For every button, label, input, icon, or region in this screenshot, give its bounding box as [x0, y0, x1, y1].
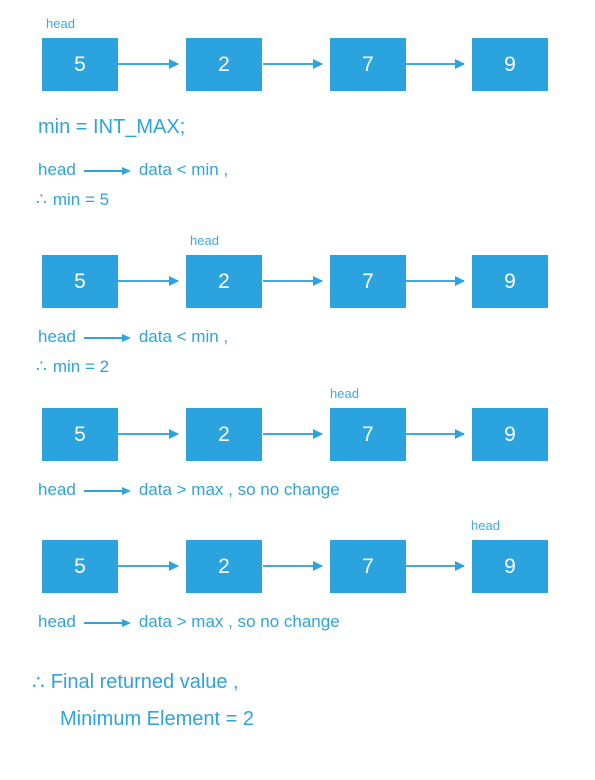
next-pointer-arrow: [118, 276, 179, 286]
list-node: 2: [186, 38, 262, 91]
min-value-text: min = 5: [52, 190, 110, 209]
step-2-result: ∴ min = 2: [36, 357, 109, 377]
condition-text: data > max , so no change: [138, 612, 340, 631]
next-pointer-arrow: [263, 429, 323, 439]
linked-list-row-4: 5 2 7 9: [0, 540, 595, 596]
step-2-condition: head data < min ,: [38, 327, 228, 347]
list-node: 7: [330, 38, 406, 91]
arrowhead-icon: [169, 561, 179, 571]
next-pointer-arrow: [406, 429, 465, 439]
list-node: 9: [472, 38, 548, 91]
list-node: 7: [330, 255, 406, 308]
linked-list-row-1: 5 2 7 9: [0, 38, 595, 94]
next-pointer-arrow: [118, 59, 179, 69]
list-node: 5: [42, 408, 118, 461]
step-1-result: ∴ min = 5: [36, 190, 109, 210]
condition-text: data < min ,: [138, 327, 229, 346]
list-node: 2: [186, 540, 262, 593]
therefore-symbol: ∴: [32, 672, 45, 694]
list-node: 7: [330, 408, 406, 461]
next-pointer-arrow: [406, 561, 465, 571]
list-node: 2: [186, 255, 262, 308]
member-access-arrow-icon: [83, 487, 131, 495]
arrowhead-icon: [313, 276, 323, 286]
arrowhead-icon: [313, 59, 323, 69]
next-pointer-arrow: [263, 59, 323, 69]
list-node: 2: [186, 408, 262, 461]
conclusion-line-1: ∴ Final returned value ,: [32, 670, 239, 695]
arrowhead-icon: [313, 561, 323, 571]
head-label-row-2: head: [190, 233, 219, 248]
member-access-arrow-icon: [83, 619, 131, 627]
next-pointer-arrow: [263, 276, 323, 286]
step-4-condition: head data > max , so no change: [38, 612, 340, 632]
member-access-arrow-icon: [83, 167, 131, 175]
condition-text: data > max , so no change: [138, 480, 340, 499]
list-node: 7: [330, 540, 406, 593]
step-3-condition: head data > max , so no change: [38, 480, 340, 500]
linked-list-row-2: 5 2 7 9: [0, 255, 595, 311]
min-value-text: min = 2: [52, 357, 110, 376]
arrowhead-icon: [455, 429, 465, 439]
conclusion-text-2: Minimum Element = 2: [60, 708, 254, 730]
next-pointer-arrow: [406, 59, 465, 69]
list-node: 9: [472, 255, 548, 308]
arrowhead-icon: [455, 561, 465, 571]
head-word: head: [38, 612, 76, 631]
list-node: 5: [42, 540, 118, 593]
head-word: head: [38, 327, 76, 346]
list-node: 9: [472, 408, 548, 461]
step-1-condition: head data < min ,: [38, 160, 228, 180]
therefore-symbol: ∴: [36, 357, 47, 376]
list-node: 9: [472, 540, 548, 593]
head-word: head: [38, 480, 76, 499]
therefore-symbol: ∴: [36, 190, 47, 209]
head-label-row-3: head: [330, 386, 359, 401]
arrowhead-icon: [313, 429, 323, 439]
min-init-label: min = INT_MAX;: [38, 116, 186, 138]
conclusion-line-2: Minimum Element = 2: [60, 708, 254, 731]
list-node: 5: [42, 38, 118, 91]
next-pointer-arrow: [118, 429, 179, 439]
condition-text: data < min ,: [138, 160, 229, 179]
next-pointer-arrow: [263, 561, 323, 571]
arrowhead-icon: [455, 276, 465, 286]
member-access-arrow-icon: [83, 334, 131, 342]
arrowhead-icon: [169, 429, 179, 439]
arrowhead-icon: [169, 59, 179, 69]
head-label-row-4: head: [471, 518, 500, 533]
arrowhead-icon: [169, 276, 179, 286]
linked-list-row-3: 5 2 7 9: [0, 408, 595, 464]
min-init-text: min = INT_MAX;: [38, 116, 185, 139]
head-label-row-1: head: [46, 16, 75, 31]
head-word: head: [38, 160, 76, 179]
diagram-canvas: head 5 2 7 9 min = INT_MAX; head data < …: [0, 0, 595, 780]
next-pointer-arrow: [118, 561, 179, 571]
conclusion-text-1: Final returned value ,: [50, 671, 239, 693]
arrowhead-icon: [455, 59, 465, 69]
list-node: 5: [42, 255, 118, 308]
next-pointer-arrow: [406, 276, 465, 286]
